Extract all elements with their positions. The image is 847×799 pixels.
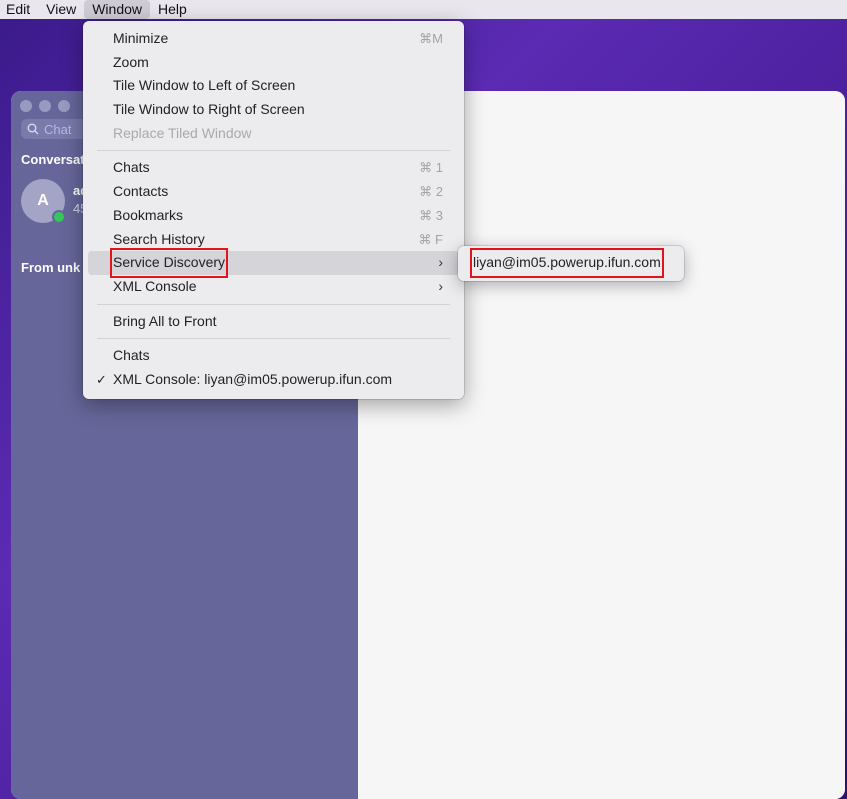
checkmark-icon: ✓ xyxy=(96,371,107,387)
menu-item-label: Tile Window to Right of Screen xyxy=(113,101,305,118)
menu-item-service-discovery[interactable]: Service Discovery › xyxy=(88,248,459,278)
menu-item-label: Chats xyxy=(113,159,150,176)
menu-item-label: Bookmarks xyxy=(113,206,184,223)
menu-item-label: Minimize xyxy=(113,30,169,46)
menu-item-chats[interactable]: Chats ⌘ 1 xyxy=(88,156,459,180)
chevron-right-icon: › xyxy=(438,254,443,271)
menu-help[interactable]: Help xyxy=(150,0,195,19)
menu-item-label: Replace Tiled Window xyxy=(113,124,252,141)
chevron-right-icon: › xyxy=(438,277,443,294)
menu-item-label: Contacts xyxy=(113,183,169,200)
menu-separator xyxy=(97,303,450,305)
menu-item-xml-console[interactable]: XML Console › xyxy=(88,275,459,299)
menu-item-bring-all-front[interactable]: Bring All to Front xyxy=(88,310,459,334)
menu-item-label: Tile Window to Left of Screen xyxy=(113,77,296,94)
minimize-window-button[interactable] xyxy=(39,100,51,112)
menu-item-window-xml-console[interactable]: ✓ XML Console: liyan@im05.powerup.ifun.c… xyxy=(88,368,459,392)
menu-item-label: XML Console: liyan@im05.powerup.ifun.com xyxy=(113,370,393,387)
menu-item-replace-tiled: Replace Tiled Window xyxy=(88,122,459,146)
menu-item-minimize[interactable]: Minimize ⌘M xyxy=(88,27,459,51)
zoom-window-button[interactable] xyxy=(58,100,70,112)
menu-item-label: Zoom xyxy=(113,53,149,70)
from-unknown-heading: From unk xyxy=(21,260,81,275)
submenu-item-account[interactable]: liyan@im05.powerup.ifun.com xyxy=(463,248,679,278)
menu-item-tile-left[interactable]: Tile Window to Left of Screen xyxy=(88,74,459,98)
shortcut-label: ⌘M xyxy=(419,31,443,46)
window-menu: Minimize ⌘M Zoom Tile Window to Left of … xyxy=(83,21,464,399)
menu-item-label: Search History xyxy=(113,230,205,247)
menu-item-label: Chats xyxy=(113,347,150,364)
menu-item-window-chats[interactable]: Chats xyxy=(88,344,459,368)
menu-item-contacts[interactable]: Contacts ⌘ 2 xyxy=(88,180,459,204)
menu-bar: Edit View Window Help xyxy=(0,0,847,19)
shortcut-label: ⌘ 1 xyxy=(419,160,443,176)
service-discovery-submenu: liyan@im05.powerup.ifun.com xyxy=(458,246,684,281)
menu-item-label: Bring All to Front xyxy=(113,312,217,329)
menu-item-search-history[interactable]: Search History ⌘ F xyxy=(88,228,459,252)
menu-item-label: XML Console xyxy=(113,277,197,294)
menu-item-bookmarks[interactable]: Bookmarks ⌘ 3 xyxy=(88,204,459,228)
search-placeholder: Chat xyxy=(44,121,72,137)
search-icon xyxy=(27,123,39,135)
menu-item-tile-right[interactable]: Tile Window to Right of Screen xyxy=(88,98,459,122)
conversations-heading: Conversat xyxy=(21,152,85,167)
menu-separator xyxy=(97,338,450,340)
shortcut-label: ⌘ 2 xyxy=(419,184,443,200)
shortcut-label: ⌘ F xyxy=(418,231,443,247)
menu-separator xyxy=(97,150,450,152)
menu-item-zoom[interactable]: Zoom xyxy=(88,51,459,75)
menu-edit[interactable]: Edit xyxy=(0,0,38,19)
close-window-button[interactable] xyxy=(20,100,32,112)
submenu-item-label: liyan@im05.powerup.ifun.com xyxy=(470,248,664,278)
menu-view[interactable]: View xyxy=(38,0,84,19)
online-status-icon xyxy=(52,210,66,224)
menu-window[interactable]: Window xyxy=(84,0,151,19)
traffic-lights xyxy=(20,100,70,112)
menu-item-label: Service Discovery xyxy=(109,248,229,278)
shortcut-label: ⌘ 3 xyxy=(419,207,443,223)
